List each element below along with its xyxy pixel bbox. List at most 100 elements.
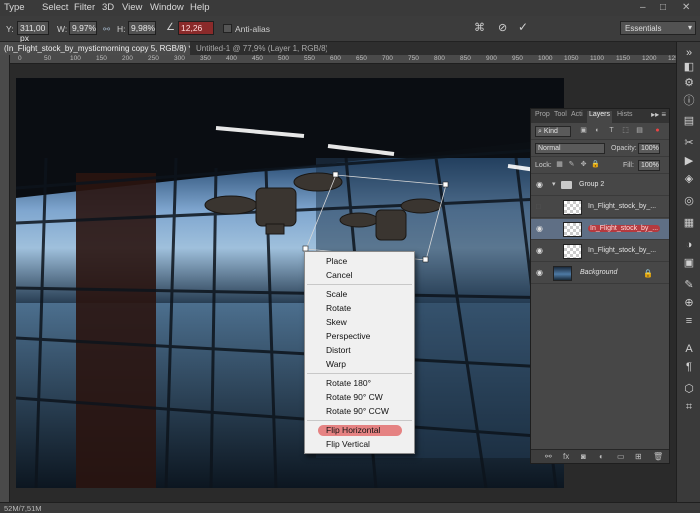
document-canvas[interactable] (16, 78, 564, 488)
menu-help[interactable]: Help (190, 2, 210, 13)
menu-3d[interactable]: 3D (102, 2, 114, 13)
warp-mode-icon[interactable]: ⌘ (474, 21, 485, 34)
shape-filter-icon[interactable]: ⬚ (621, 126, 630, 135)
menu-window[interactable]: Window (150, 2, 184, 13)
width-percent-field[interactable]: 9,97% (69, 21, 97, 35)
info-icon[interactable]: ⓘ (682, 94, 696, 108)
height-percent-field[interactable]: 9,98% (128, 21, 156, 35)
brush-icon[interactable]: ✎ (682, 278, 696, 292)
lock-transparency-icon[interactable]: ▦ (555, 160, 564, 169)
tab-properties[interactable]: Prop (535, 111, 550, 118)
channels-icon[interactable]: ◎ (682, 194, 696, 208)
menu-item-scale[interactable]: Scale (326, 289, 347, 299)
new-layer-icon[interactable]: ⊞ (635, 452, 642, 461)
chevron-down-icon: ▾ (687, 23, 692, 32)
tab-histogram[interactable]: Hists (617, 111, 633, 118)
opacity-field[interactable]: 100% (638, 143, 660, 154)
lock-label: Lock: (535, 162, 552, 169)
smart-object-filter-icon[interactable]: ▤ (635, 126, 644, 135)
menu-item-place[interactable]: Place (326, 256, 347, 266)
rotation-angle-field[interactable]: 12,26 (178, 21, 214, 35)
menu-item-rotate[interactable]: Rotate (326, 303, 351, 313)
pixel-filter-icon[interactable]: ▣ (579, 126, 588, 135)
link-icon[interactable]: ⚯ (103, 24, 110, 35)
visibility-eye-icon[interactable]: ◉ (536, 225, 546, 233)
menu-item-rotate-90-ccw[interactable]: Rotate 90° CCW (326, 406, 389, 416)
adjustment-layer-icon[interactable]: ◐ (599, 452, 604, 461)
type-filter-icon[interactable]: T (607, 126, 616, 135)
close-icon[interactable]: ✕ (682, 2, 690, 13)
swatches-icon[interactable]: ▦ (682, 216, 696, 230)
menu-type[interactable]: Type (4, 2, 25, 13)
fill-field[interactable]: 100% (638, 160, 660, 171)
commit-transform-icon[interactable]: ✓ (518, 20, 528, 34)
panel-menu-icon[interactable]: ▸▸ ≡ (651, 110, 666, 119)
layer-item[interactable]: □ In_Flight_stock_by_... (531, 197, 669, 218)
tab-label: In_Flight_stock_by_mysticmorning copy 5,… (6, 44, 190, 53)
delete-layer-icon[interactable]: 🗑 (653, 452, 663, 461)
tool-presets-icon[interactable]: ✂ (682, 136, 696, 150)
menu-item-flip-vertical[interactable]: Flip Vertical (326, 439, 370, 449)
lock-all-icon[interactable]: 🔒 (591, 160, 600, 169)
anti-alias-checkbox[interactable] (223, 24, 232, 33)
properties-icon[interactable]: ▤ (682, 114, 696, 128)
menu-select[interactable]: Select (42, 2, 68, 13)
layer-item[interactable]: ◉ In_Flight_stock_by_... (531, 241, 669, 262)
menu-item-perspective[interactable]: Perspective (326, 331, 370, 341)
adjustment-filter-icon[interactable]: ◐ (593, 126, 602, 135)
3d-icon[interactable]: ⬡ (682, 382, 696, 396)
tab-actions[interactable]: Acti (571, 111, 583, 118)
maximize-icon[interactable]: □ (660, 2, 666, 13)
lock-pixels-icon[interactable]: ✎ (567, 160, 576, 169)
filter-toggle-icon[interactable]: ● (653, 126, 662, 135)
layer-style-icon[interactable]: fx (563, 452, 569, 461)
visibility-eye-icon[interactable]: ◉ (536, 181, 546, 189)
brush-presets-icon[interactable]: ≡ (682, 314, 696, 328)
lock-position-icon[interactable]: ✥ (579, 160, 588, 169)
workspace-dropdown[interactable]: Essentials ▾ (620, 21, 696, 35)
layer-item-selected[interactable]: ◉ In_Flight_stock_by_... (531, 219, 669, 240)
options-bar: Y: 311,00 px W: 9,97% ⚯ H: 9,98% ∠ 12,26… (0, 16, 700, 43)
visibility-off-icon[interactable]: □ (536, 203, 546, 211)
ruler-tick-label: 900 (486, 55, 497, 62)
visibility-eye-icon[interactable]: ◉ (536, 247, 546, 255)
layer-mask-icon[interactable]: ◙ (581, 452, 586, 461)
menu-divider (307, 373, 412, 374)
tab-tool-presets[interactable]: Tool (554, 111, 567, 118)
menu-item-rotate-180[interactable]: Rotate 180° (326, 378, 371, 388)
navigator-icon[interactable]: ⚙ (682, 76, 696, 90)
menu-view[interactable]: View (122, 2, 142, 13)
filter-kind-dropdown[interactable]: ⌕ Kind (535, 126, 571, 137)
styles-icon[interactable]: ▣ (682, 256, 696, 270)
tab-document-1[interactable]: (In_Flight_stock_by_mysticmorning copy 5… (0, 42, 190, 55)
character-icon[interactable]: A (682, 342, 696, 356)
menu-item-distort[interactable]: Distort (326, 345, 351, 355)
collapse-panels-icon[interactable]: » (682, 46, 696, 60)
menu-filter[interactable]: Filter (74, 2, 95, 13)
disclosure-triangle-icon[interactable]: ▾ (552, 180, 556, 188)
link-layers-icon[interactable]: ⚯ (545, 452, 552, 461)
color-panel-icon[interactable]: ◧ (682, 60, 696, 74)
layers-footer: ⚯ fx ◙ ◐ ▭ ⊞ 🗑 (531, 449, 669, 463)
cancel-transform-icon[interactable]: ⊘ (498, 21, 507, 34)
menu-item-flip-horizontal[interactable]: Flip Horizontal (326, 425, 380, 435)
clone-source-icon[interactable]: ⊕ (682, 296, 696, 310)
actions-icon[interactable]: ▶ (682, 154, 696, 168)
timeline-icon[interactable]: ⌗ (682, 400, 696, 414)
minimize-icon[interactable]: – (640, 2, 646, 13)
layer-background[interactable]: ◉ Background 🔒 (531, 263, 669, 284)
layer-group-2[interactable]: ◉ ▾ Group 2 (531, 175, 669, 196)
paragraph-icon[interactable]: ¶ (682, 360, 696, 374)
visibility-eye-icon[interactable]: ◉ (536, 269, 546, 277)
tab-layers[interactable]: Layers (587, 111, 613, 123)
blend-mode-dropdown[interactable]: Normal (535, 143, 605, 154)
menu-item-cancel[interactable]: Cancel (326, 270, 352, 280)
adjustments-icon[interactable]: ◑ (682, 238, 696, 252)
new-group-icon[interactable]: ▭ (617, 452, 625, 461)
layers-icon[interactable]: ◈ (682, 172, 696, 186)
y-position-field[interactable]: 311,00 px (17, 21, 49, 43)
menu-item-skew[interactable]: Skew (326, 317, 347, 327)
menu-item-warp[interactable]: Warp (326, 359, 346, 369)
menu-item-rotate-90-cw[interactable]: Rotate 90° CW (326, 392, 383, 402)
tab-document-2[interactable]: Untitled-1 @ 77,9% (Layer 1, RGB/8) * × (192, 42, 327, 55)
